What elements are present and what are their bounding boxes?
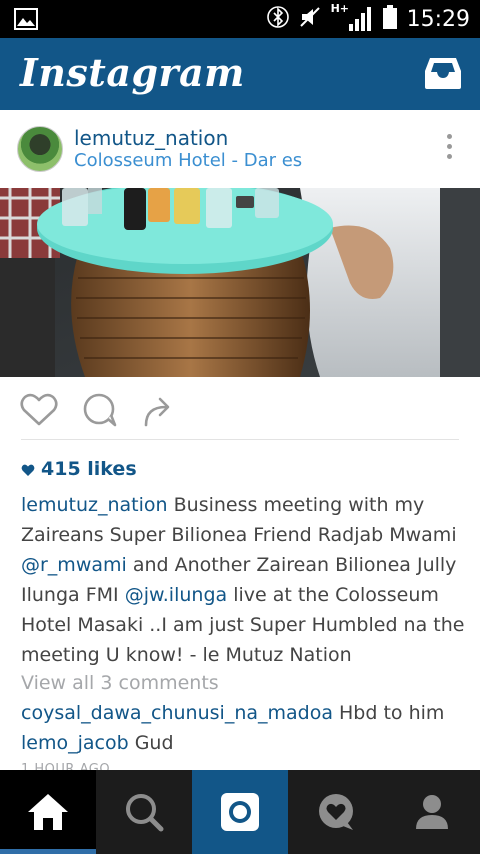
inbox-icon[interactable] [424,55,462,95]
post-header: lemutuz_nation Colosseum Hotel - Dar es [0,110,480,188]
battery-icon [382,5,397,33]
divider [21,439,459,440]
caption-mention-2[interactable]: @jw.ilunga [125,584,227,606]
signal-icon: H+ [331,2,373,32]
comment-username[interactable]: lemo_jacob [21,732,129,754]
app-header: Instagram [0,38,480,110]
like-heart-icon[interactable] [20,393,58,431]
likes-count[interactable]: 415 likes [21,458,137,482]
status-time: 15:29 [406,6,470,32]
likes-label: 415 likes [41,458,137,480]
camera-icon [221,793,259,831]
post-location[interactable]: Colosseum Hotel - Dar es [74,150,302,171]
home-icon [28,794,68,830]
nav-profile[interactable] [384,770,480,854]
avatar[interactable] [17,126,63,172]
view-all-comments-link[interactable]: View all 3 comments [21,672,219,694]
image-icon [14,8,38,34]
post-caption: lemutuz_nation Business meeting with my … [21,490,465,670]
post-username[interactable]: lemutuz_nation [74,126,228,150]
post-photo[interactable] [0,188,480,377]
comment-text: Gud [128,732,174,754]
status-bar: H+ 15:29 [0,0,480,38]
comment-bubble-icon[interactable] [82,393,118,431]
share-arrow-icon[interactable] [142,393,178,431]
nav-camera[interactable] [192,770,288,854]
bottom-nav [0,770,480,854]
comment-username[interactable]: coysal_dawa_chunusi_na_madoa [21,702,333,724]
caption-username[interactable]: lemutuz_nation [21,494,168,516]
more-options-icon[interactable] [447,134,452,164]
caption-mention-1[interactable]: @r_mwami [21,554,127,576]
comment-item: lemo_jacob Gud [21,732,174,754]
bluetooth-icon [266,5,289,33]
comment-item: coysal_dawa_chunusi_na_madoa Hbd to him [21,702,444,724]
nav-home[interactable] [0,770,96,854]
nav-activity[interactable] [288,770,384,854]
comment-text: Hbd to him [332,702,445,724]
post-actions [0,377,480,439]
activity-icon [319,794,353,830]
mute-icon [299,6,321,32]
instagram-logo: Instagram [20,50,245,95]
nav-search[interactable] [96,770,192,854]
profile-icon [416,795,448,829]
search-icon [126,794,164,832]
likes-heart-icon [21,460,35,482]
